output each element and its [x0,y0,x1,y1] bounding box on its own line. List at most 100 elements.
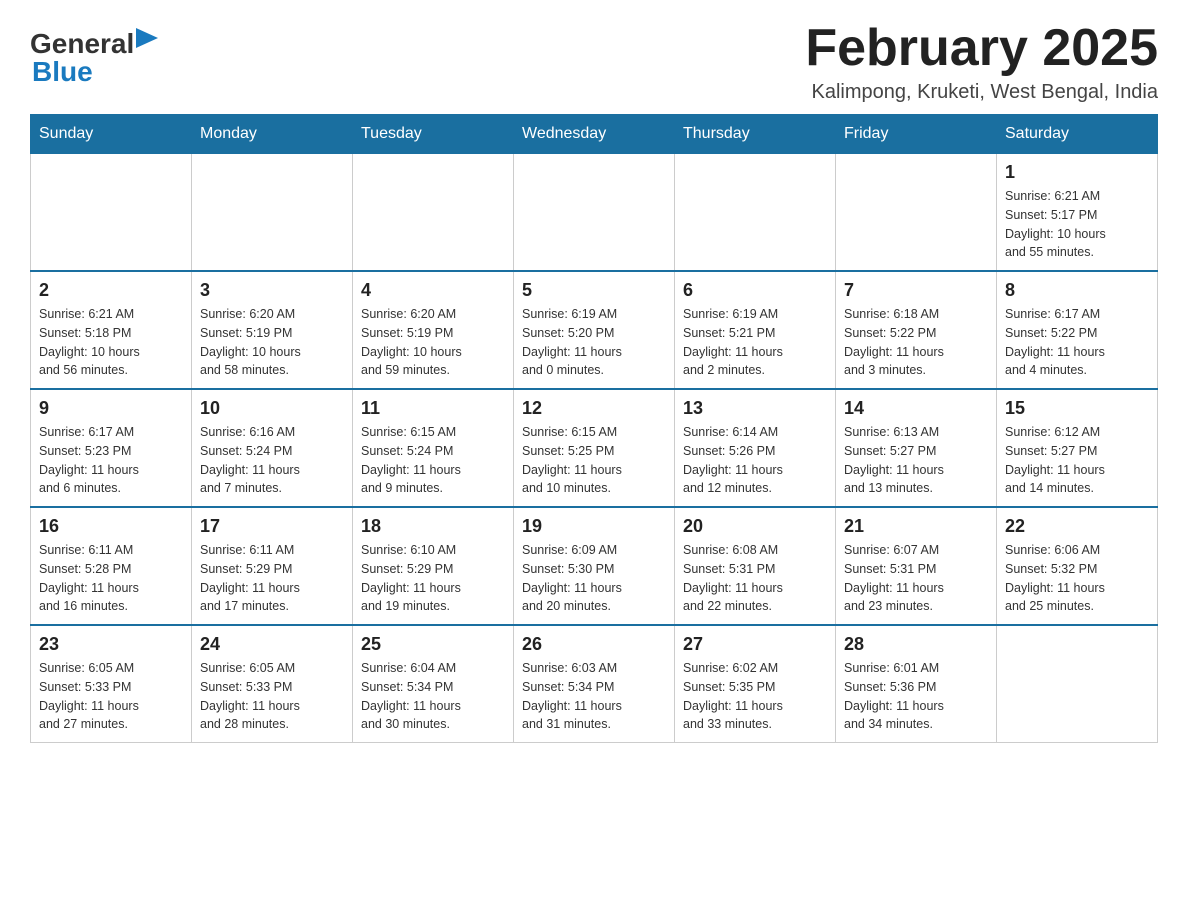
column-header-monday: Monday [192,115,353,154]
calendar-cell [353,154,514,272]
calendar-cell: 13 Sunrise: 6:14 AM Sunset: 5:26 PM Dayli… [675,389,836,507]
calendar-header-row: SundayMondayTuesdayWednesdayThursdayFrid… [31,115,1158,154]
day-info: Sunrise: 6:02 AM Sunset: 5:35 PM Dayligh… [683,659,827,734]
logo-arrow-icon [136,28,158,50]
calendar-cell: 2 Sunrise: 6:21 AM Sunset: 5:18 PM Daylig… [31,271,192,389]
column-header-thursday: Thursday [675,115,836,154]
day-number: 9 [39,398,183,419]
day-number: 13 [683,398,827,419]
calendar-cell: 15 Sunrise: 6:12 AM Sunset: 5:27 PM Dayli… [997,389,1158,507]
day-number: 11 [361,398,505,419]
calendar-cell: 18 Sunrise: 6:10 AM Sunset: 5:29 PM Dayli… [353,507,514,625]
calendar-cell: 4 Sunrise: 6:20 AM Sunset: 5:19 PM Daylig… [353,271,514,389]
day-number: 23 [39,634,183,655]
day-info: Sunrise: 6:19 AM Sunset: 5:20 PM Dayligh… [522,305,666,380]
day-number: 15 [1005,398,1149,419]
column-header-wednesday: Wednesday [514,115,675,154]
day-info: Sunrise: 6:04 AM Sunset: 5:34 PM Dayligh… [361,659,505,734]
calendar-table: SundayMondayTuesdayWednesdayThursdayFrid… [30,114,1158,743]
day-info: Sunrise: 6:05 AM Sunset: 5:33 PM Dayligh… [39,659,183,734]
day-number: 26 [522,634,666,655]
calendar-cell: 21 Sunrise: 6:07 AM Sunset: 5:31 PM Dayli… [836,507,997,625]
location-subtitle: Kalimpong, Kruketi, West Bengal, India [805,81,1158,104]
day-number: 14 [844,398,988,419]
calendar-cell: 3 Sunrise: 6:20 AM Sunset: 5:19 PM Daylig… [192,271,353,389]
calendar-cell: 12 Sunrise: 6:15 AM Sunset: 5:25 PM Dayli… [514,389,675,507]
day-number: 21 [844,516,988,537]
calendar-week-row: 23 Sunrise: 6:05 AM Sunset: 5:33 PM Dayli… [31,625,1158,743]
day-info: Sunrise: 6:09 AM Sunset: 5:30 PM Dayligh… [522,541,666,616]
day-info: Sunrise: 6:11 AM Sunset: 5:29 PM Dayligh… [200,541,344,616]
day-info: Sunrise: 6:13 AM Sunset: 5:27 PM Dayligh… [844,423,988,498]
calendar-cell: 6 Sunrise: 6:19 AM Sunset: 5:21 PM Daylig… [675,271,836,389]
calendar-cell: 8 Sunrise: 6:17 AM Sunset: 5:22 PM Daylig… [997,271,1158,389]
day-info: Sunrise: 6:11 AM Sunset: 5:28 PM Dayligh… [39,541,183,616]
day-number: 10 [200,398,344,419]
calendar-week-row: 2 Sunrise: 6:21 AM Sunset: 5:18 PM Daylig… [31,271,1158,389]
month-title: February 2025 [805,20,1158,77]
day-number: 20 [683,516,827,537]
day-info: Sunrise: 6:05 AM Sunset: 5:33 PM Dayligh… [200,659,344,734]
calendar-week-row: 9 Sunrise: 6:17 AM Sunset: 5:23 PM Daylig… [31,389,1158,507]
day-number: 16 [39,516,183,537]
day-number: 5 [522,280,666,301]
calendar-week-row: 16 Sunrise: 6:11 AM Sunset: 5:28 PM Dayli… [31,507,1158,625]
calendar-cell: 14 Sunrise: 6:13 AM Sunset: 5:27 PM Dayli… [836,389,997,507]
day-number: 28 [844,634,988,655]
title-section: February 2025 Kalimpong, Kruketi, West B… [805,20,1158,104]
day-number: 1 [1005,162,1149,183]
day-number: 25 [361,634,505,655]
day-number: 27 [683,634,827,655]
day-number: 22 [1005,516,1149,537]
day-number: 12 [522,398,666,419]
day-info: Sunrise: 6:20 AM Sunset: 5:19 PM Dayligh… [361,305,505,380]
day-info: Sunrise: 6:20 AM Sunset: 5:19 PM Dayligh… [200,305,344,380]
calendar-cell: 11 Sunrise: 6:15 AM Sunset: 5:24 PM Dayli… [353,389,514,507]
calendar-cell: 17Sunrise: 6:11 AM Sunset: 5:29 PM Dayli… [192,507,353,625]
day-info: Sunrise: 6:17 AM Sunset: 5:23 PM Dayligh… [39,423,183,498]
day-number: 24 [200,634,344,655]
calendar-cell: 23 Sunrise: 6:05 AM Sunset: 5:33 PM Dayli… [31,625,192,743]
day-number: 6 [683,280,827,301]
day-number: 18 [361,516,505,537]
day-info: Sunrise: 6:15 AM Sunset: 5:25 PM Dayligh… [522,423,666,498]
day-info: Sunrise: 6:06 AM Sunset: 5:32 PM Dayligh… [1005,541,1149,616]
page-header: General Blue February 2025 Kalimpong, Kr… [30,20,1158,104]
day-info: Sunrise: 6:21 AM Sunset: 5:18 PM Dayligh… [39,305,183,380]
day-info: Sunrise: 6:01 AM Sunset: 5:36 PM Dayligh… [844,659,988,734]
calendar-cell [192,154,353,272]
day-info: Sunrise: 6:15 AM Sunset: 5:24 PM Dayligh… [361,423,505,498]
day-number: 19 [522,516,666,537]
calendar-week-row: 1Sunrise: 6:21 AM Sunset: 5:17 PM Daylig… [31,154,1158,272]
day-info: Sunrise: 6:10 AM Sunset: 5:29 PM Dayligh… [361,541,505,616]
day-info: Sunrise: 6:12 AM Sunset: 5:27 PM Dayligh… [1005,423,1149,498]
logo-container: General Blue [30,30,158,86]
day-info: Sunrise: 6:17 AM Sunset: 5:22 PM Dayligh… [1005,305,1149,380]
calendar-cell: 5 Sunrise: 6:19 AM Sunset: 5:20 PM Daylig… [514,271,675,389]
day-info: Sunrise: 6:07 AM Sunset: 5:31 PM Dayligh… [844,541,988,616]
day-number: 2 [39,280,183,301]
calendar-cell [836,154,997,272]
day-info: Sunrise: 6:08 AM Sunset: 5:31 PM Dayligh… [683,541,827,616]
column-header-friday: Friday [836,115,997,154]
calendar-cell: 22 Sunrise: 6:06 AM Sunset: 5:32 PM Dayli… [997,507,1158,625]
day-number: 4 [361,280,505,301]
day-number: 7 [844,280,988,301]
day-info: Sunrise: 6:18 AM Sunset: 5:22 PM Dayligh… [844,305,988,380]
column-header-tuesday: Tuesday [353,115,514,154]
calendar-cell: 26 Sunrise: 6:03 AM Sunset: 5:34 PM Dayli… [514,625,675,743]
day-info: Sunrise: 6:19 AM Sunset: 5:21 PM Dayligh… [683,305,827,380]
day-number: 8 [1005,280,1149,301]
calendar-cell: 27 Sunrise: 6:02 AM Sunset: 5:35 PM Dayli… [675,625,836,743]
day-info: Sunrise: 6:16 AM Sunset: 5:24 PM Dayligh… [200,423,344,498]
calendar-cell: 24 Sunrise: 6:05 AM Sunset: 5:33 PM Dayli… [192,625,353,743]
calendar-cell: 20 Sunrise: 6:08 AM Sunset: 5:31 PM Dayli… [675,507,836,625]
column-header-sunday: Sunday [31,115,192,154]
day-number: 3 [200,280,344,301]
day-info: Sunrise: 6:14 AM Sunset: 5:26 PM Dayligh… [683,423,827,498]
calendar-cell: 9 Sunrise: 6:17 AM Sunset: 5:23 PM Daylig… [31,389,192,507]
calendar-cell [675,154,836,272]
logo: General Blue [30,30,158,86]
calendar-cell: 7 Sunrise: 6:18 AM Sunset: 5:22 PM Daylig… [836,271,997,389]
day-info: Sunrise: 6:03 AM Sunset: 5:34 PM Dayligh… [522,659,666,734]
